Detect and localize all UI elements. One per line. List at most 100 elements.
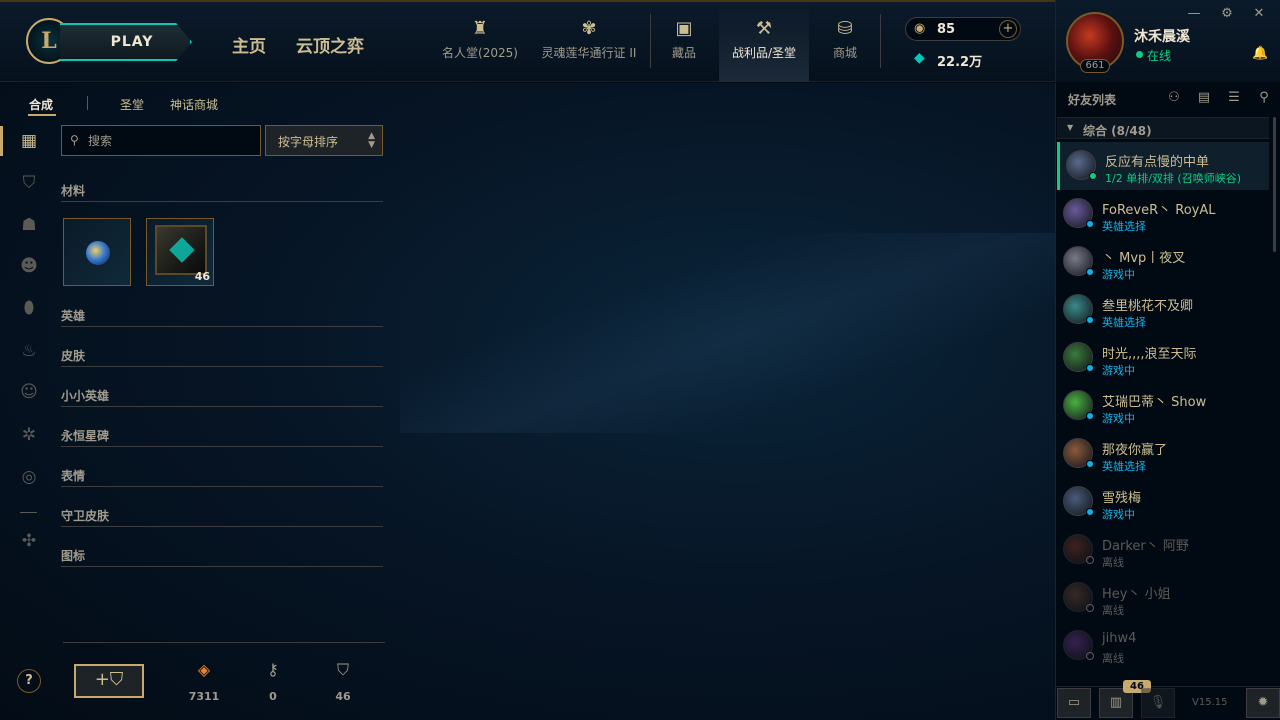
category-label: 表情 bbox=[61, 469, 86, 483]
rp-value: 85 bbox=[937, 22, 956, 37]
category-eternals[interactable]: 永恒星碑 bbox=[61, 427, 383, 447]
friend-name: 叁里桃花不及卿 bbox=[1102, 299, 1194, 314]
search-input[interactable] bbox=[88, 132, 253, 150]
ward-icon[interactable]: ✲ bbox=[17, 423, 41, 447]
category-little-legends[interactable]: 小小英雄 bbox=[61, 387, 383, 407]
friends-scrollbar[interactable] bbox=[1273, 117, 1276, 252]
category-emotes[interactable]: 表情 bbox=[61, 467, 383, 487]
keys-stat: ⚷ 0 bbox=[253, 660, 293, 703]
category-materials[interactable]: 材料 bbox=[61, 182, 383, 202]
nav-tft[interactable]: 云顶之弈 bbox=[296, 32, 364, 57]
sort-label: 按字母排序 bbox=[278, 135, 339, 149]
nav-collection[interactable]: ▣ 藏品 bbox=[664, 18, 704, 61]
orange-essence-stat: ◈ 7311 bbox=[184, 660, 224, 703]
friend-row[interactable]: 艾瑞巴蒂丶 Show 游戏中 bbox=[1057, 382, 1269, 430]
friend-group-header[interactable]: ▼ 综合 (8/48) bbox=[1057, 117, 1269, 139]
nav-loot[interactable]: ⚒ 战利品/圣堂 bbox=[719, 0, 809, 82]
settings-gear-icon[interactable]: ⚙ bbox=[1219, 6, 1235, 21]
tab-crafting[interactable]: 合成 bbox=[29, 96, 53, 113]
nav-store[interactable]: ⛁ 商城 bbox=[825, 18, 865, 61]
add-folder-icon[interactable]: ▤ bbox=[1195, 89, 1213, 107]
shard-icon[interactable]: ✣ bbox=[17, 529, 41, 553]
flame-icon[interactable]: ♨ bbox=[17, 339, 41, 363]
category-label: 英雄 bbox=[61, 309, 86, 323]
chat-icon[interactable]: ▭ bbox=[1057, 688, 1091, 718]
orange-essence-icon: ◈ bbox=[197, 660, 211, 679]
blue-essence-icon: ◆ bbox=[914, 50, 925, 66]
friend-row[interactable]: 叁里桃花不及卿 英雄选择 bbox=[1057, 286, 1269, 334]
background-streak bbox=[400, 233, 1100, 433]
friend-status-dot bbox=[1086, 652, 1094, 660]
category-skins[interactable]: 皮肤 bbox=[61, 347, 383, 367]
bug-report-icon[interactable]: ✹ bbox=[1246, 688, 1280, 718]
search-box: ⚲ bbox=[61, 125, 261, 156]
mask-icon[interactable]: ☻ bbox=[17, 254, 41, 278]
grid-icon[interactable]: ▦ bbox=[17, 129, 41, 153]
client-version: V15.15 bbox=[1192, 697, 1228, 708]
sort-dropdown[interactable]: 按字母排序 ▲ ▼ bbox=[265, 125, 383, 156]
nav-label: 商城 bbox=[832, 46, 857, 60]
friend-status-dot bbox=[1086, 460, 1094, 468]
nav-home[interactable]: 主页 bbox=[232, 32, 266, 57]
friends-title: 好友列表 bbox=[1068, 93, 1117, 107]
rp-icon: ◉ bbox=[914, 21, 926, 36]
top-gold-line bbox=[0, 0, 1055, 2]
friend-row[interactable]: 时光,,,,浪至天际 游戏中 bbox=[1057, 334, 1269, 382]
loot-item-hextech-chest[interactable]: 46 bbox=[146, 218, 214, 286]
friend-status: 英雄选择 bbox=[1102, 220, 1146, 233]
online-status-dot bbox=[1136, 51, 1143, 58]
friend-status-dot bbox=[1086, 220, 1094, 228]
friend-row[interactable]: 那夜你赢了 英雄选择 bbox=[1057, 430, 1269, 478]
add-friend-icon[interactable]: ⚇ bbox=[1165, 89, 1183, 107]
tab-mythic-shop[interactable]: 神话商城 bbox=[170, 96, 218, 113]
sort-arrows-icon: ▲ ▼ bbox=[368, 131, 375, 150]
friend-name: 那夜你赢了 bbox=[1102, 443, 1168, 458]
friend-row[interactable]: Hey丶 小姐 离线 bbox=[1057, 574, 1269, 622]
friend-name: jihw4 bbox=[1102, 631, 1137, 646]
category-ward-skins[interactable]: 守卫皮肤 bbox=[61, 507, 383, 527]
friend-row[interactable]: 雪残梅 游戏中 bbox=[1057, 478, 1269, 526]
search-icon[interactable]: ⚲ bbox=[1255, 89, 1273, 107]
friend-status: 游戏中 bbox=[1102, 268, 1135, 281]
voice-mic-icon[interactable]: 🎙 bbox=[1141, 688, 1175, 718]
nav-label: 名人堂(2025) bbox=[442, 46, 518, 60]
friend-name: Darker丶 阿野 bbox=[1102, 539, 1189, 554]
collection-icon: ▣ bbox=[675, 18, 693, 39]
chevron-down-icon: ▼ bbox=[1067, 123, 1074, 132]
category-icons[interactable]: 图标 bbox=[61, 547, 383, 567]
essence-orb-icon bbox=[86, 241, 110, 265]
friend-row[interactable]: 反应有点慢的中单 1/2 单排/双排 (召唤师峡谷) bbox=[1057, 142, 1269, 190]
list-view-icon[interactable]: ☰ bbox=[1225, 89, 1243, 107]
friend-name: 丶 Mvp丨夜叉 bbox=[1102, 251, 1186, 266]
egg-icon[interactable]: ⬮ bbox=[17, 296, 41, 320]
help-button[interactable]: ? bbox=[17, 669, 41, 693]
friend-row[interactable]: FoReveR丶 RoyAL 英雄选择 bbox=[1057, 190, 1269, 238]
keys-value: 0 bbox=[269, 690, 277, 703]
friend-row[interactable]: Darker丶 阿野 离线 bbox=[1057, 526, 1269, 574]
loot-item-essence-orb[interactable] bbox=[63, 218, 131, 286]
friend-status: 英雄选择 bbox=[1102, 316, 1146, 329]
store-icon: ⛁ bbox=[837, 18, 853, 39]
minimize-icon[interactable]: — bbox=[1186, 6, 1202, 21]
play-button[interactable]: PLAY bbox=[60, 23, 192, 61]
summoner-name[interactable]: 沐禾晨溪 bbox=[1134, 26, 1190, 46]
buy-rp-button[interactable]: + bbox=[999, 20, 1017, 38]
tab-sanctum[interactable]: 圣堂 bbox=[120, 96, 144, 113]
nav-separator bbox=[880, 14, 881, 68]
nav-hall-of-fame[interactable]: ♜ 名人堂(2025) bbox=[440, 18, 520, 61]
online-status-text[interactable]: 在线 bbox=[1147, 47, 1171, 64]
emote-icon[interactable]: ☺ bbox=[17, 380, 41, 404]
friend-row[interactable]: 丶 Mvp丨夜叉 游戏中 bbox=[1057, 238, 1269, 286]
notification-bell-icon[interactable]: 🔔 bbox=[1252, 46, 1268, 61]
friend-status-dot bbox=[1089, 172, 1097, 180]
side-active-indicator bbox=[0, 126, 3, 156]
profile-icon[interactable]: ◎ bbox=[17, 465, 41, 489]
friend-row[interactable]: jihw4 离线 bbox=[1057, 622, 1269, 670]
nav-battle-pass[interactable]: ✾ 灵魂莲华通行证 II bbox=[538, 18, 640, 61]
helmet-icon[interactable]: ☗ bbox=[17, 213, 41, 237]
chest-icon[interactable]: ⛉ bbox=[17, 171, 41, 195]
close-icon[interactable]: ✕ bbox=[1251, 6, 1267, 21]
add-chest-button[interactable]: +⛉ bbox=[74, 664, 144, 698]
friend-status: 离线 bbox=[1102, 652, 1124, 665]
category-champions[interactable]: 英雄 bbox=[61, 307, 383, 327]
